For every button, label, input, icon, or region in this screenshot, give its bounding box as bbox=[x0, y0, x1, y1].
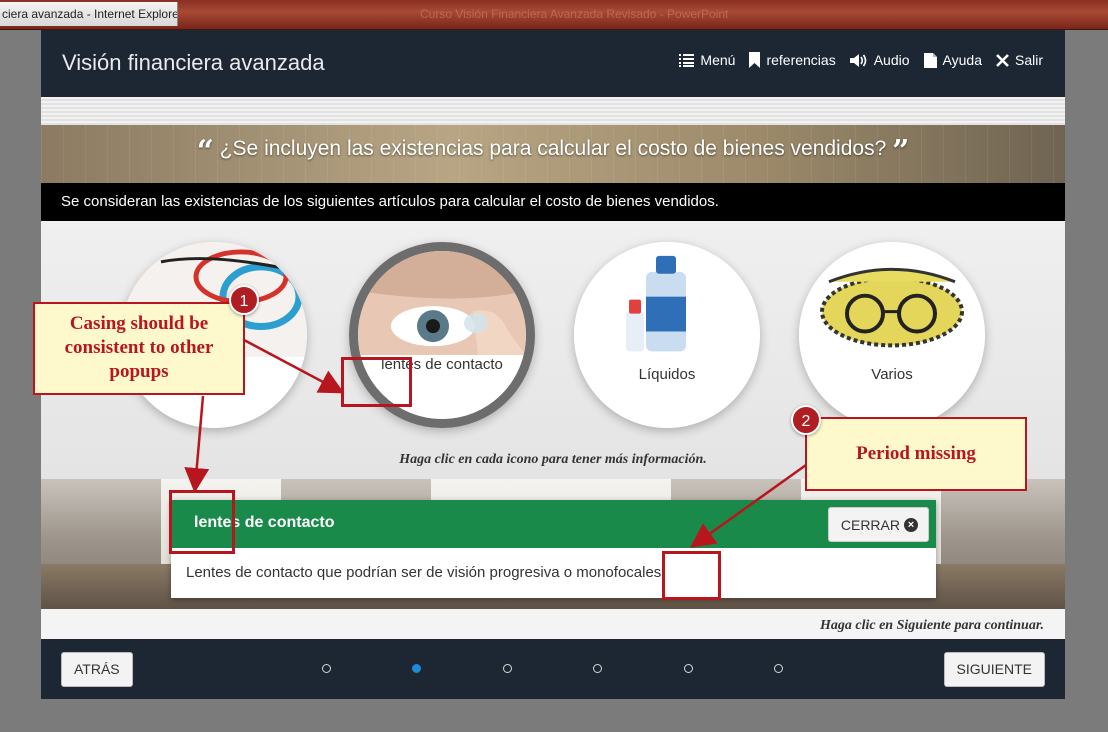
annotation-note-casing: Casing should be consistent to other pop… bbox=[33, 302, 245, 395]
speaker-icon bbox=[849, 53, 867, 67]
statement-bar: Se consideran las existencias de los sig… bbox=[41, 183, 1065, 221]
quote-open-icon: “ bbox=[196, 134, 214, 169]
nav-menu-label: Menú bbox=[700, 52, 736, 68]
window-title: ciera avanzada - Internet Explorer bbox=[0, 2, 178, 26]
nav-help-label: Ayuda bbox=[942, 52, 982, 68]
bookmark-icon bbox=[749, 52, 761, 68]
question-label: ¿Se incluyen las existencias para calcul… bbox=[219, 137, 887, 160]
item-label: Líquidos bbox=[574, 357, 760, 428]
item-liquids[interactable]: Líquidos bbox=[574, 242, 760, 428]
nav-help[interactable]: Ayuda bbox=[923, 52, 982, 68]
continue-hint: Haga clic en Siguiente para continuar. bbox=[819, 618, 1044, 633]
liquids-photo bbox=[574, 242, 760, 358]
eye-photo bbox=[358, 251, 526, 356]
top-nav: Menú referencias Audio Ayuda Salir bbox=[679, 52, 1043, 68]
back-button[interactable]: ATRÁS bbox=[61, 652, 133, 687]
page-dot[interactable] bbox=[774, 664, 783, 673]
info-popup: lentes de contacto CERRAR × Lentes de co… bbox=[171, 500, 936, 598]
nav-references-label: referencias bbox=[766, 52, 836, 68]
nav-audio-label: Audio bbox=[873, 52, 910, 68]
annotation-highlight-title bbox=[169, 490, 235, 554]
course-title: Visión financiera avanzada bbox=[62, 50, 325, 75]
annotation-badge-1: 1 bbox=[229, 285, 259, 315]
popup-header: lentes de contacto CERRAR × bbox=[171, 500, 936, 548]
case-photo bbox=[799, 242, 985, 358]
annotation-badge-2: 2 bbox=[791, 405, 821, 435]
question-text: “ ¿Se incluyen las existencias para calc… bbox=[41, 134, 1065, 169]
document-icon bbox=[923, 52, 937, 68]
page-dot[interactable] bbox=[503, 664, 512, 673]
annotation-note-period: Period missing bbox=[805, 417, 1027, 491]
player-footer: ATRÁS SIGUIENTE bbox=[41, 639, 1065, 699]
page-dot[interactable] bbox=[593, 664, 602, 673]
next-button[interactable]: SIGUIENTE bbox=[943, 652, 1045, 687]
page-dot[interactable] bbox=[684, 664, 693, 673]
question-band: “ ¿Se incluyen las existencias para calc… bbox=[41, 125, 1065, 183]
close-popup-button[interactable]: CERRAR × bbox=[827, 507, 929, 542]
quote-close-icon: ” bbox=[892, 134, 910, 169]
nav-audio[interactable]: Audio bbox=[849, 52, 910, 68]
decorative-stripes bbox=[41, 97, 1065, 125]
page-dot-current[interactable] bbox=[412, 664, 421, 673]
nav-menu[interactable]: Menú bbox=[679, 52, 735, 68]
annotation-highlight-period bbox=[662, 551, 721, 600]
nav-exit-label: Salir bbox=[1014, 52, 1043, 68]
page-dot[interactable] bbox=[322, 664, 331, 673]
nav-exit[interactable]: Salir bbox=[996, 52, 1043, 68]
nav-references[interactable]: referencias bbox=[749, 52, 836, 68]
annotation-highlight-label bbox=[341, 357, 412, 407]
close-icon bbox=[996, 53, 1009, 67]
bottom-strip: Haga clic en Siguiente para continuar. bbox=[41, 609, 1065, 639]
window-faint-title: Curso Visión Financiera Avanzada Revisad… bbox=[420, 7, 729, 21]
close-popup-label: CERRAR bbox=[840, 516, 900, 533]
close-circle-icon: × bbox=[904, 517, 918, 532]
item-misc[interactable]: Varios bbox=[799, 242, 985, 428]
popup-body: Lentes de contacto que podrían ser de vi… bbox=[186, 564, 662, 581]
browser-title-bar: ciera avanzada - Internet Explorer Curso… bbox=[0, 0, 1108, 30]
list-icon bbox=[679, 53, 695, 67]
player-header: Visión financiera avanzada Menú referenc… bbox=[41, 30, 1065, 97]
